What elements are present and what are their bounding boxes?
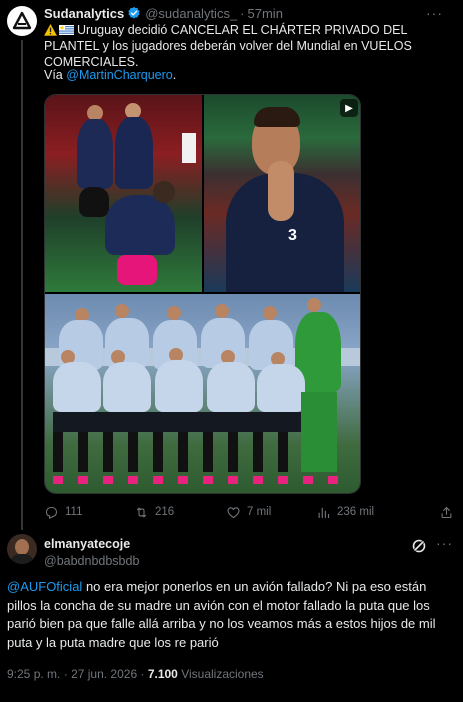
- warning-emoji-icon: [44, 24, 57, 36]
- reply-meta: 9:25 p. m. · 27 jun. 2026 · 7.100 Visual…: [7, 667, 264, 681]
- mention-link[interactable]: @MartinCharquero: [66, 68, 172, 82]
- via-suffix: .: [172, 68, 177, 82]
- reply-date[interactable]: 27 jun. 2026: [71, 667, 137, 681]
- reply-author-avatar[interactable]: [7, 534, 37, 564]
- meta-separator: ·: [63, 667, 68, 681]
- reply-text: @AUFOficial no era mejor ponerlos en un …: [7, 578, 457, 652]
- media-grid[interactable]: ▶ 3: [44, 94, 361, 494]
- more-options-icon[interactable]: ···: [426, 5, 443, 21]
- reply-views-label: Visualizaciones: [181, 667, 264, 681]
- repost-button[interactable]: 216: [134, 505, 174, 520]
- meta-separator-2: ·: [140, 667, 145, 681]
- reply-tweet[interactable]: elmanyatecoje @babdnbdbsbdb ··· @AUFOfic…: [0, 530, 463, 702]
- media-badge-icon: ▶: [340, 99, 358, 117]
- tweet-via: Vía @MartinCharquero.: [44, 68, 176, 82]
- action-bar: 111 216 7 mil 236 mil: [44, 503, 454, 521]
- tweet-header: Sudanalytics @sudanalytics_ · 57min ···: [44, 5, 453, 21]
- share-icon: [441, 506, 452, 518]
- reply-views-count: 7.100: [147, 667, 178, 681]
- reply-header: elmanyatecoje @babdnbdbsbdb: [44, 537, 139, 568]
- reply-more-options-icon[interactable]: ···: [436, 535, 453, 551]
- uruguay-flag-icon: [59, 25, 74, 35]
- reply-author-handle[interactable]: @babdnbdbsbdb: [44, 554, 139, 568]
- repost-icon: [136, 507, 147, 517]
- tweet-time[interactable]: 57min: [248, 6, 283, 21]
- repost-count: 216: [155, 506, 175, 518]
- verified-badge-icon: [128, 6, 140, 19]
- photo-player-praying[interactable]: ▶ 3: [204, 95, 360, 292]
- views-icon: [318, 507, 330, 518]
- tweet-body: Uruguay decidió CANCELAR EL CHÁRTER PRIV…: [44, 23, 412, 69]
- author-handle[interactable]: @sudanalytics_: [145, 6, 237, 21]
- photo-players-dejected[interactable]: [45, 95, 202, 292]
- like-count: 7 mil: [247, 506, 272, 518]
- share-button[interactable]: [439, 505, 454, 520]
- heart-icon: [227, 506, 240, 518]
- views-button[interactable]: 236 mil: [316, 505, 374, 520]
- reply-time[interactable]: 9:25 p. m.: [7, 667, 60, 681]
- sudanalytics-logo-icon: [12, 11, 32, 30]
- view-count: 236 mil: [337, 506, 375, 518]
- author-name[interactable]: Sudanalytics: [44, 6, 124, 21]
- reply-icon: [45, 506, 58, 519]
- via-prefix: Vía: [44, 68, 67, 82]
- thread-line: [21, 40, 23, 530]
- reply-mention-link[interactable]: @AUFOficial: [7, 579, 82, 594]
- reply-author-name[interactable]: elmanyatecoje: [44, 537, 139, 551]
- photo-team-lineup[interactable]: [45, 294, 360, 493]
- header-separator: ·: [240, 5, 245, 21]
- like-button[interactable]: 7 mil: [226, 505, 271, 520]
- tweet[interactable]: Sudanalytics @sudanalytics_ · 57min ··· …: [0, 0, 463, 530]
- reply-count: 111: [65, 506, 83, 518]
- reply-button[interactable]: 111: [44, 505, 82, 520]
- tweet-text: Uruguay decidió CANCELAR EL CHÁRTER PRIV…: [44, 22, 454, 70]
- grok-icon[interactable]: [411, 538, 427, 554]
- sudanalytics-avatar[interactable]: [7, 6, 37, 36]
